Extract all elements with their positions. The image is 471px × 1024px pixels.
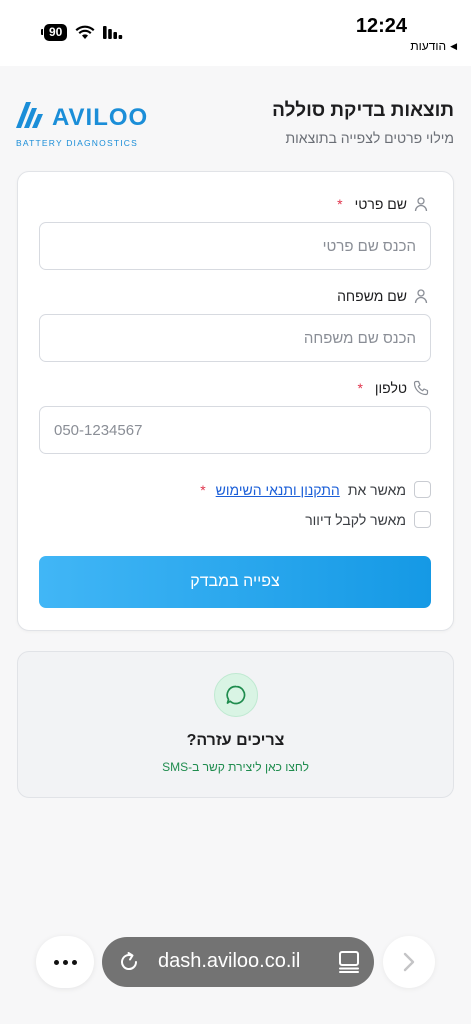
cellular-signal-icon (103, 26, 123, 39)
terms-row: מאשר את התקנון ותנאי השימוש * (200, 481, 431, 498)
phone-input[interactable] (39, 406, 431, 454)
form-card: שם פרטי * שם משפחה טלפון * מאשר את התקנ (17, 171, 454, 631)
last-name-label: שם משפחה (337, 288, 429, 304)
newsletter-checkbox[interactable] (414, 511, 431, 528)
tab-overview-icon[interactable] (336, 949, 362, 975)
address-bar[interactable]: dash.aviloo.co.il (102, 937, 374, 987)
page-subtitle: מילוי פרטים לצפייה בתוצאות (285, 130, 455, 146)
dot-icon (62, 959, 68, 965)
header: תוצאות בדיקת סוללה מילוי פרטים לצפייה בת… (16, 96, 454, 152)
aviloo-mark-icon (16, 102, 43, 128)
user-icon (414, 197, 428, 212)
newsletter-row: מאשר לקבל דיוור (305, 511, 431, 528)
first-name-input[interactable] (39, 222, 431, 270)
logo-tagline: BATTERY DIAGNOSTICS (16, 138, 138, 148)
last-name-label-text: שם משפחה (337, 288, 407, 304)
user-icon (414, 289, 428, 304)
help-title: צריכים עזרה? (186, 732, 285, 749)
forward-button[interactable] (383, 936, 435, 988)
last-name-input[interactable] (39, 314, 431, 362)
back-app-label: הודעות (410, 39, 447, 53)
terms-prefix: מאשר את (347, 481, 406, 498)
phone-icon (413, 380, 429, 396)
required-mark: * (337, 196, 343, 212)
view-test-button[interactable]: צפייה במבדק (39, 556, 431, 608)
dot-icon (53, 959, 59, 965)
status-time: 12:24 (355, 15, 407, 37)
phone-label-text: טלפון (374, 380, 407, 396)
reload-icon[interactable] (116, 949, 142, 975)
logo-wordmark: AVILOO (52, 104, 149, 131)
terms-link[interactable]: התקנון ותנאי השימוש (216, 482, 340, 498)
terms-checkbox[interactable] (414, 481, 431, 498)
help-sms-link[interactable]: לחצו כאן ליצירת קשר ב-SMS (18, 760, 453, 774)
url-text[interactable]: dash.aviloo.co.il (158, 950, 300, 973)
status-icons: 90 (40, 24, 125, 41)
chevron-right-icon (403, 952, 415, 972)
help-card[interactable]: צריכים עזרה? לחצו כאן ליצירת קשר ב-SMS (17, 651, 454, 798)
more-options-button[interactable] (36, 936, 94, 988)
dot-icon (71, 959, 77, 965)
wifi-icon (75, 25, 95, 39)
status-bar: 12:24 ◀ הודעות 90 (0, 0, 471, 66)
first-name-label: שם פרטי * (337, 196, 429, 212)
required-mark: * (200, 481, 206, 498)
chat-bubble-icon (226, 685, 246, 705)
page: 12:24 ◀ הודעות 90 תוצאות בדיקת סוללה מיל… (0, 0, 471, 1024)
back-to-app-link[interactable]: ◀ הודעות (410, 39, 457, 53)
page-title: תוצאות בדיקת סוללה (272, 100, 454, 121)
back-triangle-icon: ◀ (450, 40, 457, 51)
help-icon-circle (214, 673, 258, 717)
required-mark: * (357, 380, 363, 396)
first-name-label-text: שם פרטי (354, 196, 407, 212)
phone-label: טלפון * (357, 380, 429, 396)
aviloo-logo: AVILOO BATTERY DIAGNOSTICS (16, 98, 147, 150)
newsletter-label: מאשר לקבל דיוור (305, 511, 406, 528)
battery-icon: 90 (40, 24, 68, 41)
